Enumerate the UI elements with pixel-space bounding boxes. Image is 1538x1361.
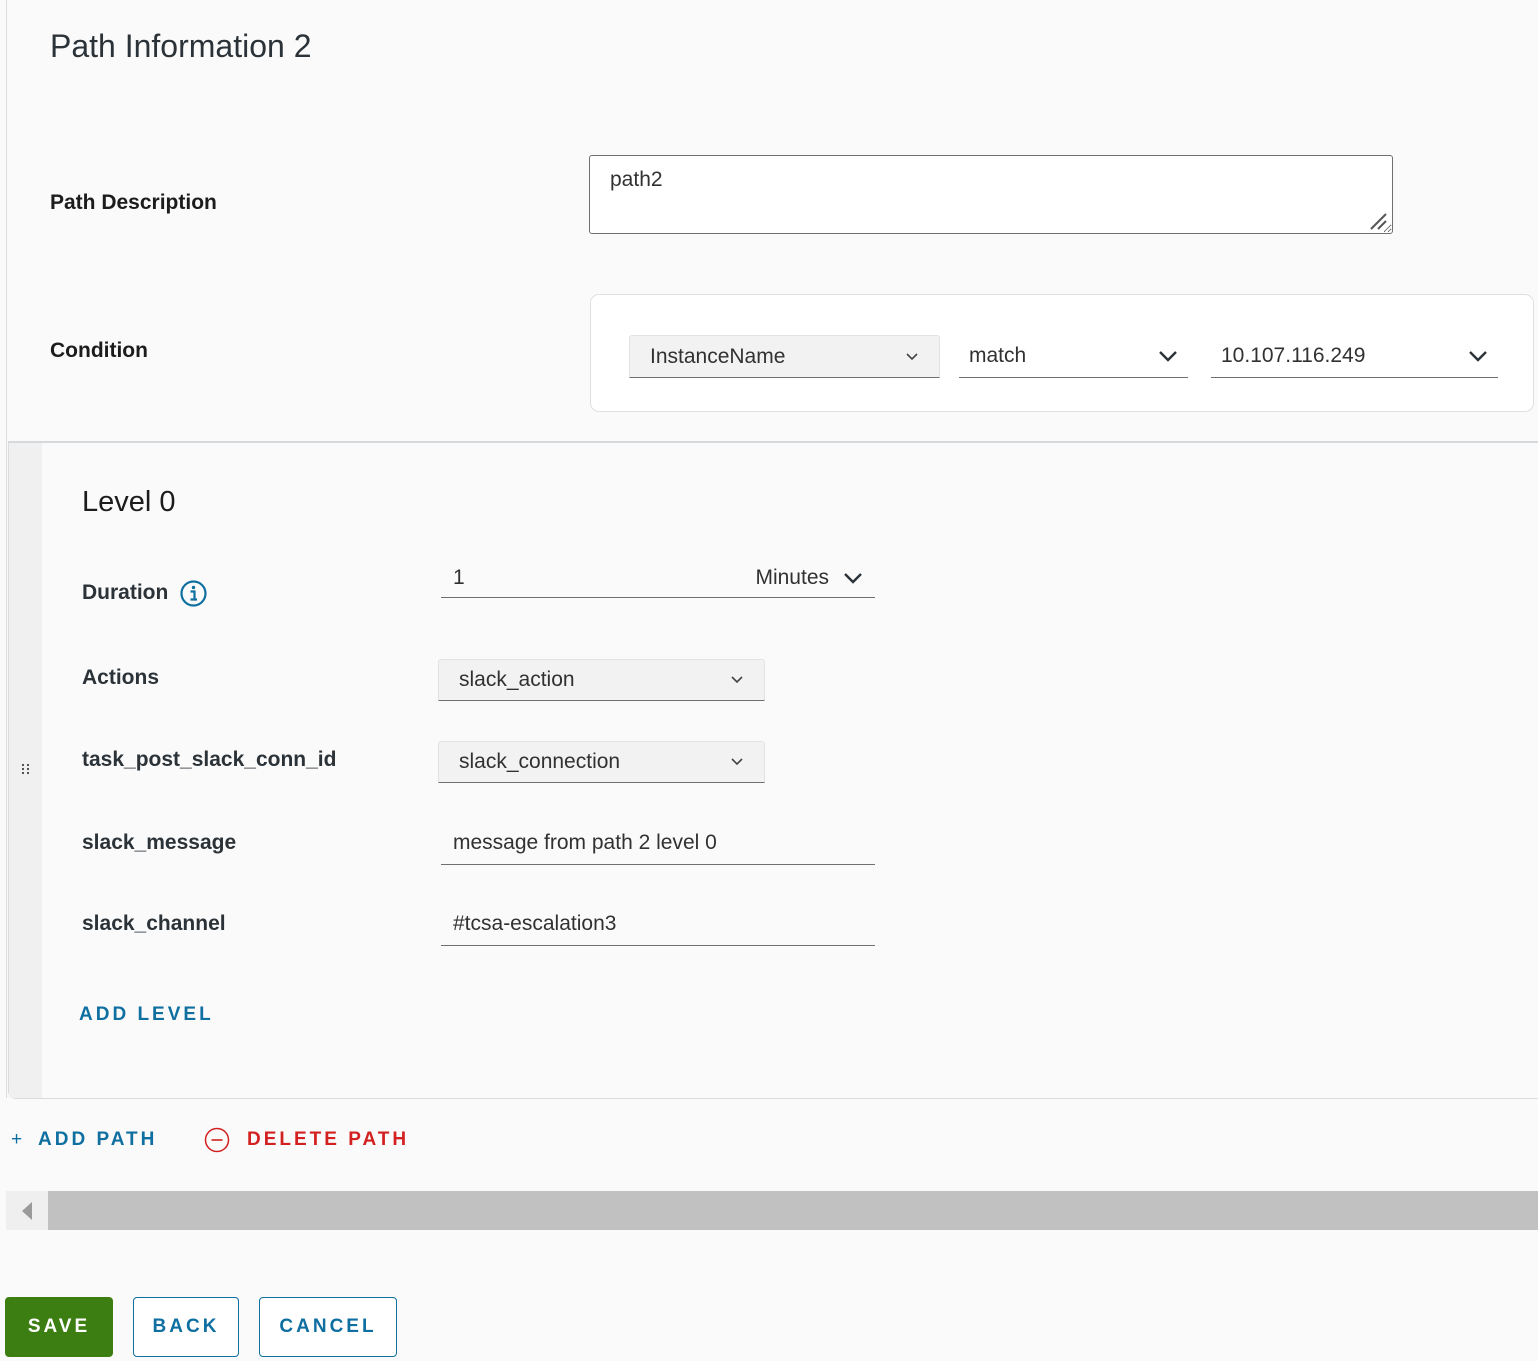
- add-path-button[interactable]: ADD PATH: [38, 1129, 157, 1151]
- drag-rail: [9, 443, 42, 1098]
- conn-id-label: task_post_slack_conn_id: [82, 748, 337, 771]
- slack-message-input[interactable]: message from path 2 level 0: [441, 831, 875, 865]
- chevron-down-icon: [731, 676, 743, 684]
- info-icon[interactable]: [180, 580, 207, 607]
- duration-label: Duration: [82, 581, 169, 605]
- condition-label: Condition: [50, 339, 148, 362]
- duration-label-group: Duration: [82, 580, 207, 607]
- slack-channel-label: slack_channel: [82, 912, 226, 935]
- path-description-label: Path Description: [50, 191, 217, 214]
- caret-left-icon: [22, 1201, 32, 1220]
- duration-unit-value: Minutes: [755, 566, 829, 589]
- chevron-down-icon: [844, 573, 862, 584]
- duration-value-input[interactable]: 1: [453, 566, 465, 590]
- condition-value-select[interactable]: 10.107.116.249: [1211, 335, 1498, 378]
- actions-label: Actions: [82, 666, 160, 689]
- level-title: Level 0: [82, 486, 176, 518]
- horizontal-scrollbar[interactable]: [6, 1191, 1538, 1230]
- chevron-down-icon: [906, 352, 918, 360]
- actions-select[interactable]: slack_action: [438, 659, 765, 701]
- duration-unit-select[interactable]: Minutes: [755, 566, 863, 590]
- save-button[interactable]: SAVE: [5, 1297, 113, 1357]
- condition-operator-value: match: [969, 344, 1027, 367]
- conn-id-select[interactable]: slack_connection: [438, 741, 765, 783]
- conn-id-value: slack_connection: [459, 750, 621, 773]
- scroll-left-button[interactable]: [6, 1191, 48, 1230]
- chevron-down-icon: [1159, 351, 1177, 362]
- add-level-button[interactable]: ADD LEVEL: [79, 1004, 214, 1026]
- page-title: Path Information 2: [50, 28, 312, 64]
- delete-path-button[interactable]: DELETE PATH: [247, 1129, 409, 1151]
- path-description-textarea[interactable]: path2: [589, 155, 1393, 234]
- slack-channel-input[interactable]: #tcsa-escalation3: [441, 912, 875, 946]
- plus-icon: +: [11, 1129, 23, 1150]
- scrollbar-thumb[interactable]: [48, 1191, 1538, 1230]
- duration-field: 1 Minutes: [441, 563, 875, 598]
- slack-message-label: slack_message: [82, 831, 237, 854]
- back-button[interactable]: BACK: [133, 1297, 239, 1357]
- chevron-down-icon: [1469, 351, 1487, 362]
- condition-card: InstanceName match 10.107.116.249: [590, 294, 1534, 412]
- cancel-button[interactable]: CANCEL: [259, 1297, 397, 1357]
- chevron-down-icon: [731, 758, 743, 766]
- page-left-border: [6, 0, 7, 1098]
- condition-operator-select[interactable]: match: [959, 335, 1188, 378]
- condition-value-text: 10.107.116.249: [1221, 344, 1366, 367]
- condition-field-select[interactable]: InstanceName: [629, 335, 940, 378]
- condition-field-value: InstanceName: [650, 344, 786, 368]
- minus-circle-icon[interactable]: [204, 1127, 230, 1153]
- actions-value: slack_action: [459, 668, 575, 691]
- drag-handle-icon[interactable]: [21, 763, 31, 777]
